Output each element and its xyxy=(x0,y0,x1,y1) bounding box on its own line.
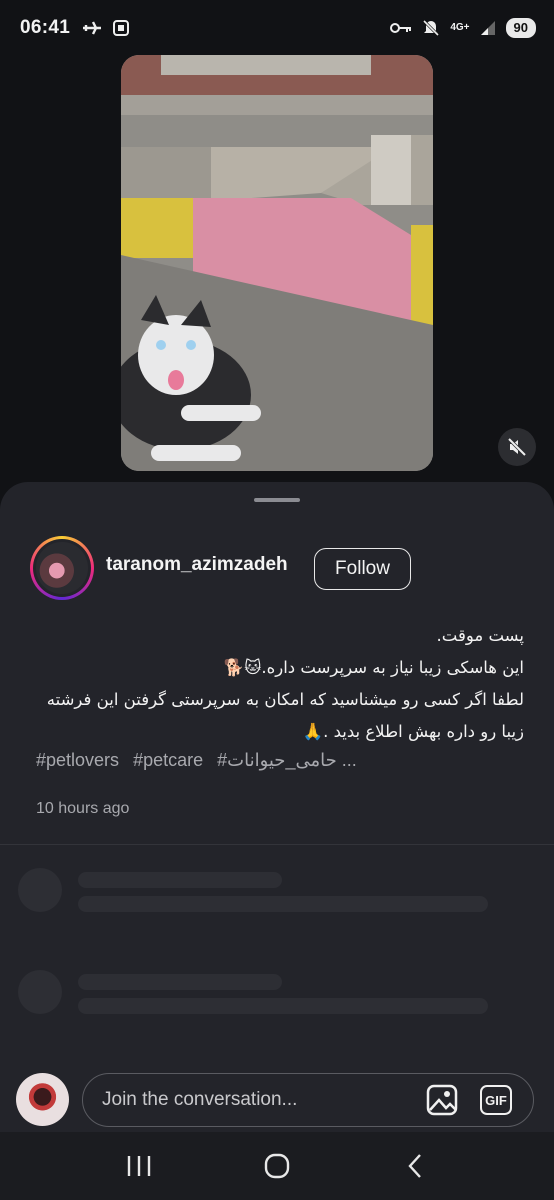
hashtag-row: #petlovers #petcare #حامی_حیوانات ... xyxy=(36,750,516,771)
follow-button[interactable]: Follow xyxy=(314,548,411,590)
caption-line: این هاسکی زیبا نیاز به سرپرست داره.🐱🐕 xyxy=(223,658,524,677)
recent-apps-icon xyxy=(127,1156,151,1176)
post-video[interactable] xyxy=(121,55,433,471)
caption-line: لطفا اگر کسی رو میشناسید که امکان به سرپ… xyxy=(46,690,524,709)
screenshot-icon xyxy=(113,20,130,36)
caption-line: پست موقت. xyxy=(436,626,524,645)
caption-line: زیبا رو داره بهش اطلاع بدید .🙏 xyxy=(302,722,524,741)
key-icon xyxy=(390,23,412,33)
avatar-image xyxy=(36,542,88,594)
gif-button[interactable]: GIF xyxy=(479,1083,513,1117)
post-caption: پست موقت. این هاسکی زیبا نیاز به سرپرست … xyxy=(30,620,524,748)
airplane-notification-icon xyxy=(83,21,102,35)
current-user-avatar xyxy=(16,1073,69,1126)
video-frame xyxy=(121,55,433,471)
comment-input[interactable]: Join the conversation... xyxy=(102,1089,425,1111)
comment-skeleton xyxy=(18,970,538,1030)
comment-skeleton xyxy=(18,868,538,928)
gif-icon: GIF xyxy=(480,1085,512,1115)
mute-toggle-button[interactable] xyxy=(498,428,536,466)
silent-icon xyxy=(423,19,440,37)
speaker-muted-icon xyxy=(507,437,527,457)
network-indicator: 4G+ xyxy=(450,22,470,33)
signal-icon xyxy=(480,21,495,35)
recent-apps-button[interactable] xyxy=(109,1142,169,1190)
comments-sheet: taranom_azimzadeh Follow پست موقت. این ه… xyxy=(0,482,554,1132)
sheet-drag-handle[interactable] xyxy=(254,498,300,502)
home-button[interactable] xyxy=(247,1142,307,1190)
post-timestamp: 10 hours ago xyxy=(36,800,130,817)
divider xyxy=(0,844,554,845)
status-bar: 06:41 4G+ 90 xyxy=(0,0,554,56)
hashtag-link[interactable]: #petcare xyxy=(133,750,203,771)
hashtag-link[interactable]: #حامی_حیوانات ... xyxy=(217,750,357,771)
back-button[interactable] xyxy=(385,1142,445,1190)
image-icon xyxy=(426,1084,458,1116)
hashtag-link[interactable]: #petlovers xyxy=(36,750,119,771)
system-navigation-bar xyxy=(0,1132,554,1200)
status-time: 06:41 xyxy=(20,17,71,38)
home-icon xyxy=(264,1153,290,1179)
attach-image-button[interactable] xyxy=(425,1083,459,1117)
back-icon xyxy=(408,1154,421,1178)
author-username[interactable]: taranom_azimzadeh xyxy=(106,554,288,576)
battery-indicator: 90 xyxy=(505,18,536,38)
author-avatar[interactable] xyxy=(30,536,94,600)
comment-composer[interactable]: Join the conversation... GIF xyxy=(82,1073,534,1127)
